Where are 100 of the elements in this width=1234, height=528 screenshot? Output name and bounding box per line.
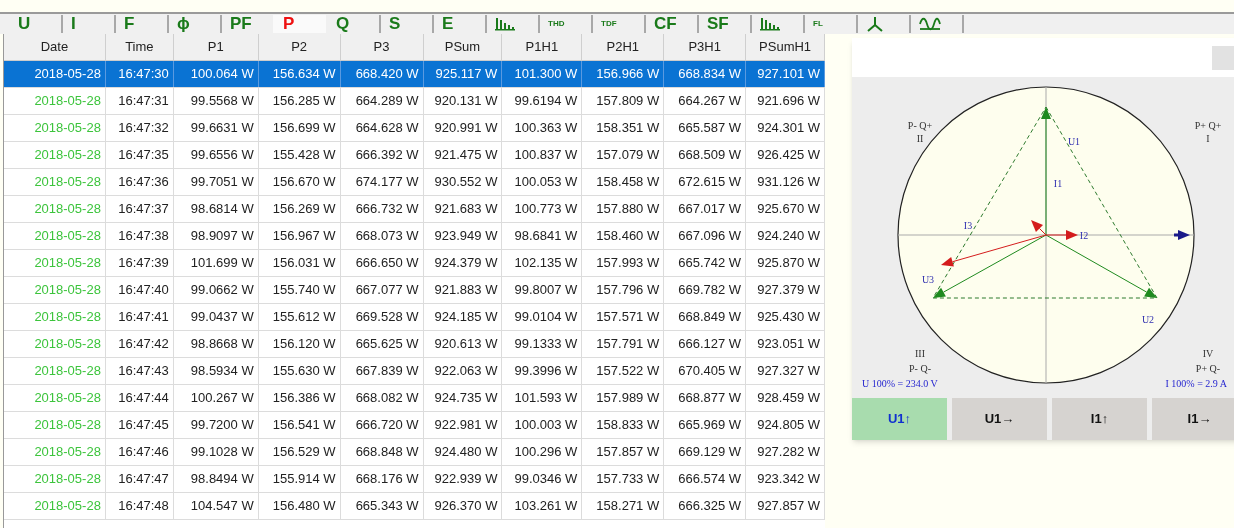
table-cell: 102.135 W — [502, 250, 583, 276]
table-row[interactable]: 2018-05-28 16:47:32 99.6631 W 156.699 W 664.628 W 920.991 W 100.363 W 158.351 W 665.587 W 924.301 W — [4, 115, 825, 142]
table-row[interactable]: 2018-05-28 16:47:40 99.0662 W 155.740 W 667.077 W 921.883 W 99.8007 W 157.796 W 669.782 W 927.379 W — [4, 277, 825, 304]
column-header[interactable]: P2H1 — [582, 34, 665, 60]
table-cell: 924.301 W — [746, 115, 826, 141]
current-scale: I 100% = 2.9 A — [1165, 378, 1227, 389]
column-header[interactable]: P1 — [173, 34, 259, 60]
table-cell: 923.949 W — [423, 223, 503, 249]
table-cell: 158.351 W — [582, 115, 665, 141]
table-row[interactable]: 2018-05-28 16:47:37 98.6814 W 156.269 W 666.732 W 921.683 W 100.773 W 157.880 W 667.017 W 925.670 W — [4, 196, 825, 223]
table-cell: 155.740 W — [258, 277, 341, 303]
table-cell: 2018-05-28 — [4, 250, 106, 276]
table-cell: 665.343 W — [340, 493, 424, 519]
table-cell: 927.282 W — [746, 439, 826, 465]
table-row[interactable]: 2018-05-28 16:47:35 99.6556 W 155.428 W 666.392 W 921.475 W 100.837 W 157.079 W 668.509 W 926.425 W — [4, 142, 825, 169]
column-header[interactable]: P1H1 — [502, 34, 583, 60]
toolbar-tab[interactable]: U — [8, 15, 61, 33]
table-cell: 668.420 W — [340, 61, 424, 87]
toolbar-tab[interactable]: P — [273, 15, 326, 33]
table-cell: 665.625 W — [340, 331, 424, 357]
table-row[interactable]: 2018-05-28 16:47:30 100.064 W 156.634 W 668.420 W 925.117 W 101.300 W 156.966 W 668.834 W 927.101 W — [4, 61, 825, 88]
table-cell: 100.296 W — [502, 439, 583, 465]
table-cell: 927.327 W — [746, 358, 826, 384]
table-cell: 16:47:38 — [105, 223, 174, 249]
table-cell: 920.131 W — [423, 88, 503, 114]
table-cell: 16:47:40 — [105, 277, 174, 303]
table-cell: 668.176 W — [340, 466, 424, 492]
table-row[interactable]: 2018-05-28 16:47:42 98.8668 W 156.120 W 665.625 W 920.613 W 99.1333 W 157.791 W 666.127 W 923.051 W — [4, 331, 825, 358]
column-header[interactable]: P3 — [340, 34, 424, 60]
table-cell: 925.670 W — [746, 196, 826, 222]
table-cell: 157.733 W — [582, 466, 665, 492]
table-cell: 99.7200 W — [173, 412, 259, 438]
table-cell: 668.073 W — [340, 223, 424, 249]
table-cell: 156.529 W — [258, 439, 341, 465]
table-cell: 669.782 W — [664, 277, 747, 303]
table-cell: 2018-05-28 — [4, 196, 106, 222]
toolbar-tab[interactable]: Q — [326, 15, 379, 33]
phasor-mode-button[interactable]: I1→ — [1152, 398, 1234, 440]
table-cell: 924.379 W — [423, 250, 503, 276]
table-cell: 99.7051 W — [173, 169, 259, 195]
table-row[interactable]: 2018-05-28 16:47:41 99.0437 W 155.612 W 669.528 W 924.185 W 99.0104 W 157.571 W 668.849 W 925.430 W — [4, 304, 825, 331]
table-cell: 926.425 W — [746, 142, 826, 168]
table-row[interactable]: 2018-05-28 16:47:38 98.9097 W 156.967 W 668.073 W 923.949 W 98.6841 W 158.460 W 667.096 W 924.240 W — [4, 223, 825, 250]
table-cell: 925.430 W — [746, 304, 826, 330]
column-header[interactable]: Date — [4, 34, 106, 60]
table-cell: 157.791 W — [582, 331, 665, 357]
table-cell: 666.720 W — [340, 412, 424, 438]
table-cell: 157.571 W — [582, 304, 665, 330]
table-cell: 156.699 W — [258, 115, 341, 141]
table-row[interactable]: 2018-05-28 16:47:47 98.8494 W 155.914 W 668.176 W 922.939 W 99.0346 W 157.733 W 666.574 W 923.342 W — [4, 466, 825, 493]
table-cell: 669.129 W — [664, 439, 747, 465]
column-header[interactable]: P3H1 — [664, 34, 747, 60]
table-cell: 158.458 W — [582, 169, 665, 195]
column-header[interactable]: PSumH1 — [746, 34, 826, 60]
table-cell: 2018-05-28 — [4, 277, 106, 303]
table-row[interactable]: 2018-05-28 16:47:44 100.267 W 156.386 W 668.082 W 924.735 W 101.593 W 157.989 W 668.877 W 928.459 W — [4, 385, 825, 412]
table-cell: 924.240 W — [746, 223, 826, 249]
table-cell: 927.857 W — [746, 493, 826, 519]
vector-label: I1 — [1053, 178, 1063, 189]
table-cell: 99.0104 W — [502, 304, 583, 330]
table-cell: 2018-05-28 — [4, 142, 106, 168]
table-cell: 158.271 W — [582, 493, 665, 519]
table-cell: 98.5934 W — [173, 358, 259, 384]
table-row[interactable]: 2018-05-28 16:47:31 99.5568 W 156.285 W 664.289 W 920.131 W 99.6194 W 157.809 W 664.267 W 921.696 W — [4, 88, 825, 115]
table-cell: 103.261 W — [502, 493, 583, 519]
column-header[interactable]: Time — [105, 34, 174, 60]
table-row[interactable]: 2018-05-28 16:47:46 99.1028 W 156.529 W 668.848 W 924.480 W 100.296 W 157.857 W 669.129 W 927.282 W — [4, 439, 825, 466]
table-cell: 2018-05-28 — [4, 61, 106, 87]
column-header[interactable]: PSum — [423, 34, 503, 60]
table-row[interactable]: 2018-05-28 16:47:39 101.699 W 156.031 W 666.650 W 924.379 W 102.135 W 157.993 W 665.742 W 925.870 W — [4, 250, 825, 277]
table-cell: 157.993 W — [582, 250, 665, 276]
table-cell: 16:47:46 — [105, 439, 174, 465]
table-cell: 100.003 W — [502, 412, 583, 438]
table-cell: 2018-05-28 — [4, 385, 106, 411]
table-cell: 927.101 W — [746, 61, 826, 87]
table-cell: 674.177 W — [340, 169, 424, 195]
table-cell: 158.460 W — [582, 223, 665, 249]
table-cell: 925.870 W — [746, 250, 826, 276]
table-cell: 99.0346 W — [502, 466, 583, 492]
table-cell: 99.6556 W — [173, 142, 259, 168]
table-cell: 16:47:39 — [105, 250, 174, 276]
table-cell: 100.363 W — [502, 115, 583, 141]
table-cell: 101.593 W — [502, 385, 583, 411]
table-cell: 98.9097 W — [173, 223, 259, 249]
table-cell: 156.634 W — [258, 61, 341, 87]
table-cell: 922.981 W — [423, 412, 503, 438]
table-cell: 667.077 W — [340, 277, 424, 303]
table-row[interactable]: 2018-05-28 16:47:45 99.7200 W 156.541 W 666.720 W 922.981 W 100.003 W 158.833 W 665.969 W 924.805 W — [4, 412, 825, 439]
table-cell: 927.379 W — [746, 277, 826, 303]
table-cell: 157.079 W — [582, 142, 665, 168]
table-row[interactable]: 2018-05-28 16:47:36 99.7051 W 156.670 W 674.177 W 930.552 W 100.053 W 158.458 W 672.615 W 931.126 W — [4, 169, 825, 196]
phasor-mode-button[interactable]: I1↑ — [1052, 398, 1147, 440]
table-row[interactable]: 2018-05-28 16:47:43 98.5934 W 155.630 W 667.839 W 922.063 W 99.3996 W 157.522 W 670.405 W 927.327 W — [4, 358, 825, 385]
quadrant-numeral: III — [915, 348, 925, 359]
table-cell: 923.342 W — [746, 466, 826, 492]
phasor-mode-button[interactable]: U1↑ — [852, 398, 947, 440]
table-row[interactable]: 2018-05-28 16:47:48 104.547 W 156.480 W 665.343 W 926.370 W 103.261 W 158.271 W 666.325 W 927.857 W — [4, 493, 825, 520]
phasor-mode-button[interactable]: U1→ — [952, 398, 1047, 440]
column-header[interactable]: P2 — [258, 34, 341, 60]
table-cell: 16:47:36 — [105, 169, 174, 195]
